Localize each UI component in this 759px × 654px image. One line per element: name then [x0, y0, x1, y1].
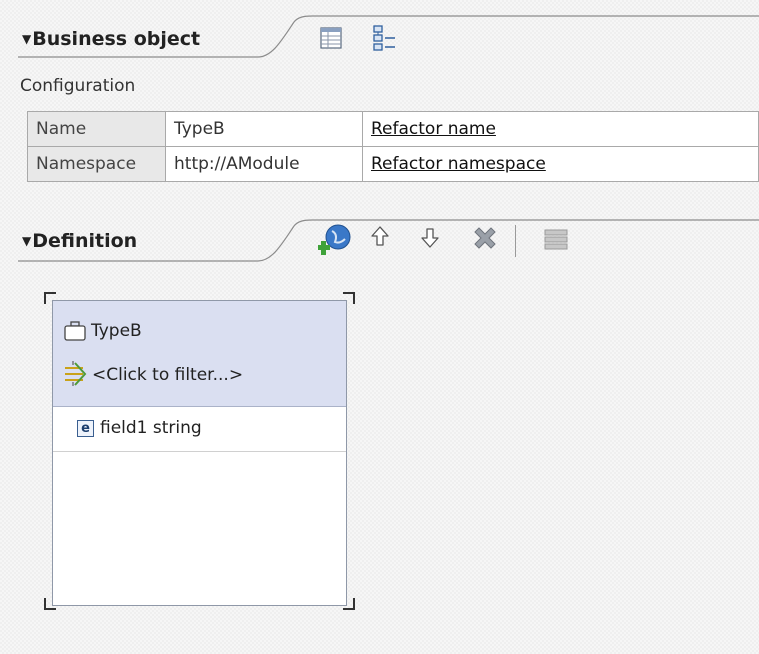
namespace-key-cell: Namespace — [27, 146, 166, 182]
tree-view-icon[interactable] — [373, 25, 397, 55]
business-object-header: TypeB <Click to filter...> — [53, 301, 346, 407]
refactor-name-link[interactable]: Refactor name — [371, 119, 496, 139]
element-badge-icon: e — [77, 420, 94, 437]
configuration-label: Configuration — [20, 76, 136, 96]
business-object-name[interactable]: TypeB — [91, 321, 142, 341]
table-row: Namespace http://AModule Refactor namesp… — [27, 146, 759, 182]
namespace-value-cell[interactable]: http://AModule — [165, 146, 363, 182]
collapse-triangle-icon[interactable]: ▼ — [22, 32, 31, 46]
toolbar-separator — [515, 225, 516, 257]
definition-section-title[interactable]: ▼Definition — [22, 230, 137, 252]
name-value-cell[interactable]: TypeB — [165, 111, 363, 147]
move-down-icon[interactable] — [420, 225, 440, 253]
refactor-namespace-link[interactable]: Refactor namespace — [371, 154, 546, 174]
filter-field[interactable]: <Click to filter...> — [92, 365, 243, 385]
collapse-triangle-icon[interactable]: ▼ — [22, 234, 31, 248]
move-up-icon[interactable] — [370, 225, 390, 253]
list-item[interactable]: e field1 string — [53, 407, 346, 452]
table-view-icon[interactable] — [320, 27, 342, 53]
properties-icon[interactable] — [544, 229, 568, 255]
table-row: Name TypeB Refactor name — [27, 111, 759, 147]
configuration-table: Name TypeB Refactor name Namespace http:… — [27, 111, 759, 182]
field-label: field1 string — [100, 418, 202, 438]
refactor-namespace-cell: Refactor namespace — [362, 146, 759, 182]
name-key-cell: Name — [27, 111, 166, 147]
filter-icon — [63, 359, 89, 391]
delete-icon[interactable] — [472, 226, 498, 256]
business-object-section-title[interactable]: ▼Business object — [22, 28, 200, 50]
add-field-icon[interactable] — [317, 222, 352, 260]
business-object-icon — [64, 321, 86, 345]
business-object-node[interactable]: TypeB <Click to filter...> e field1 stri… — [52, 300, 347, 606]
refactor-name-cell: Refactor name — [362, 111, 759, 147]
